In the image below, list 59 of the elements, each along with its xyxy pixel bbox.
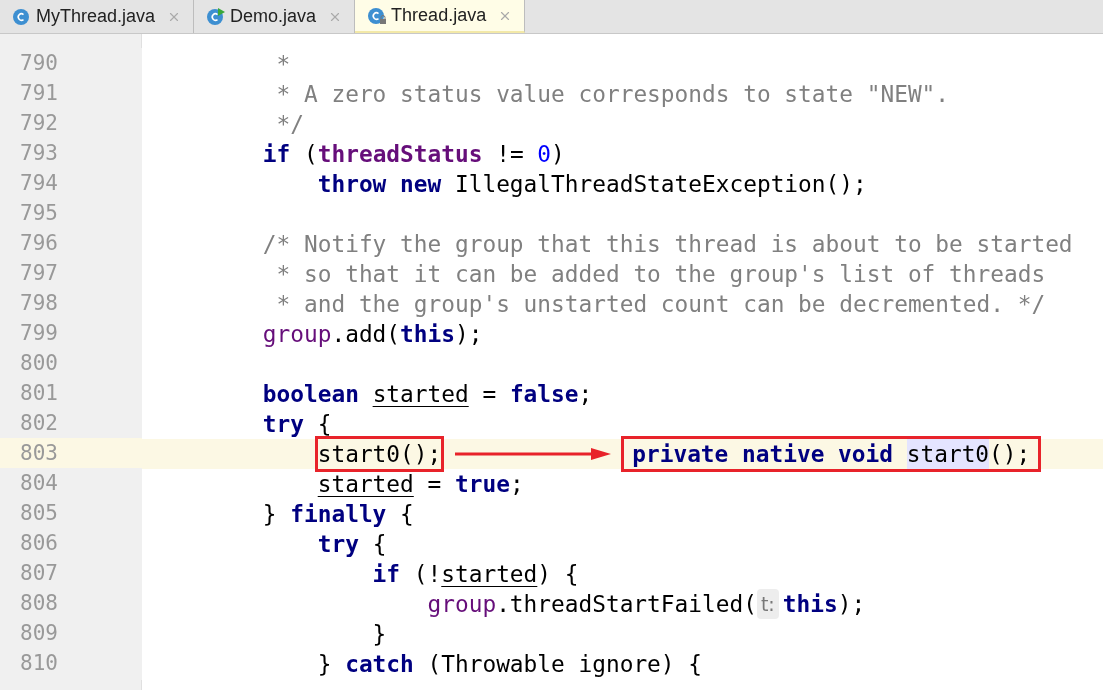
code-text: if [262, 140, 291, 169]
code-text: ) [551, 140, 565, 169]
code-text: * and the group's unstarted count can be decremented. */ [276, 290, 1046, 319]
code-text: false [509, 380, 579, 409]
code-text: = [482, 380, 498, 409]
code-text: != [496, 140, 525, 169]
code-text: private native void [632, 440, 894, 469]
code-text: threadStatus [317, 140, 483, 169]
code-text: } [317, 650, 333, 679]
code-text: 0 [537, 140, 552, 169]
code-text: if [372, 560, 401, 589]
code-text: throw new [317, 170, 442, 199]
code-text: { [372, 530, 387, 559]
code-text: } [262, 500, 278, 529]
code-text: started [441, 560, 538, 589]
code-text: { [400, 500, 414, 529]
parameter-hint: t: [756, 589, 779, 619]
code-text: catch [345, 650, 414, 679]
code-text: (Throwable ignore) { [427, 650, 702, 679]
tab-label: Thread.java [391, 4, 487, 27]
code-text: .threadStartFailed( [496, 590, 757, 619]
code-text: { [317, 410, 332, 439]
code-text: started [317, 470, 414, 499]
class-lock-icon [367, 5, 388, 26]
code-text: group [427, 590, 497, 619]
code-text: ( [304, 140, 318, 169]
code-text: /* Notify the group that this thread is about to be started [262, 230, 1073, 259]
code-text: this [400, 320, 455, 349]
code-text: start0 [906, 439, 990, 469]
code-text: this [782, 590, 838, 619]
tab-label: MyThread.java [36, 5, 156, 28]
code-text: * [276, 50, 291, 79]
class-run-icon [206, 6, 227, 27]
line-number: 804 [0, 468, 142, 500]
code-text: ); [837, 590, 866, 619]
file-tab[interactable]: Thread.java [355, 0, 526, 33]
code-text: ; [509, 470, 524, 499]
class-icon [12, 6, 32, 27]
code-text: } [372, 620, 387, 649]
code-text: ; [578, 380, 593, 409]
tab-label: Demo.java [230, 5, 317, 28]
code-text: try [262, 410, 304, 439]
code-text: = [427, 470, 443, 499]
code-text: * A zero status value corresponds to state "NEW". [276, 80, 950, 109]
code-text: started [372, 380, 469, 409]
code-text: ); [454, 320, 483, 349]
code-text: (! [413, 560, 442, 589]
code-text: */ [276, 110, 304, 139]
code-text: try [317, 530, 359, 559]
code-text: (); [989, 440, 1031, 469]
code-text: ) { [537, 560, 579, 589]
code-text: group [262, 320, 332, 349]
code-text: IllegalThreadStateException(); [454, 170, 867, 199]
code-text: * so that it can be added to the group's list of threads [276, 260, 1046, 289]
code-text: boolean [262, 380, 360, 409]
code-text: start0(); [317, 439, 442, 469]
code-text: true [454, 470, 510, 499]
code-text: .add( [331, 320, 401, 349]
code-text: finally [290, 500, 387, 529]
